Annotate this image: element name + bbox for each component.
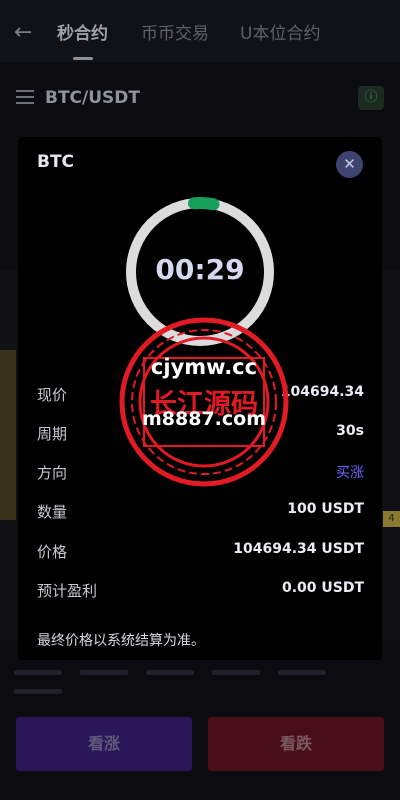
settlement-note: 最终价格以系统结算为准。 [37, 633, 205, 649]
detail-row-price: 价格 104694.34 USDT [37, 541, 364, 563]
trading-pair-label[interactable]: BTC/USDT [45, 88, 140, 108]
row-label: 现价 [37, 386, 68, 404]
chart-time-axis [14, 660, 394, 694]
countdown-progress-arc [188, 197, 220, 211]
row-value: 104694.34 [280, 384, 364, 400]
chart-area-fill [0, 350, 16, 520]
row-value: 0.00 USDT [281, 580, 364, 596]
tab-second-contract[interactable]: 秒合约 [57, 19, 108, 44]
active-tab-indicator [73, 57, 93, 60]
row-label: 周期 [37, 425, 68, 443]
buy-down-button[interactable]: 看跌 [208, 717, 384, 771]
row-label: 方向 [37, 464, 68, 482]
top-navigation-bar: ← 秒合约 币币交易 U本位合约 [0, 0, 400, 62]
arrow-left-icon[interactable]: ← [14, 20, 32, 45]
countdown-timer: 00:29 [155, 253, 245, 286]
tab-spot-trading[interactable]: 币币交易 [141, 19, 209, 44]
row-value: 30s [336, 423, 364, 439]
watermark-text-top: cjymw.cc [150, 355, 258, 379]
row-label: 预计盈利 [37, 582, 98, 600]
watermark-text-bottom: m8887.com [141, 408, 266, 430]
row-label: 数量 [37, 503, 68, 521]
row-value: 104694.34 USDT [233, 541, 364, 557]
price-axis-tag: 4 [383, 511, 400, 527]
info-icon[interactable]: ⓘ [358, 86, 384, 110]
tab-usdt-futures[interactable]: U本位合约 [240, 19, 320, 44]
close-icon[interactable]: ✕ [336, 151, 363, 178]
detail-row-quantity: 数量 100 USDT [37, 501, 364, 523]
modal-title: BTC [37, 152, 75, 172]
row-label: 价格 [37, 543, 68, 561]
hamburger-menu-icon[interactable] [16, 90, 34, 104]
detail-row-estimated-profit: 预计盈利 0.00 USDT [37, 580, 364, 602]
row-value: 100 USDT [287, 501, 364, 517]
direction-value: 买涨 [336, 465, 364, 481]
buy-up-button[interactable]: 看涨 [16, 717, 192, 771]
